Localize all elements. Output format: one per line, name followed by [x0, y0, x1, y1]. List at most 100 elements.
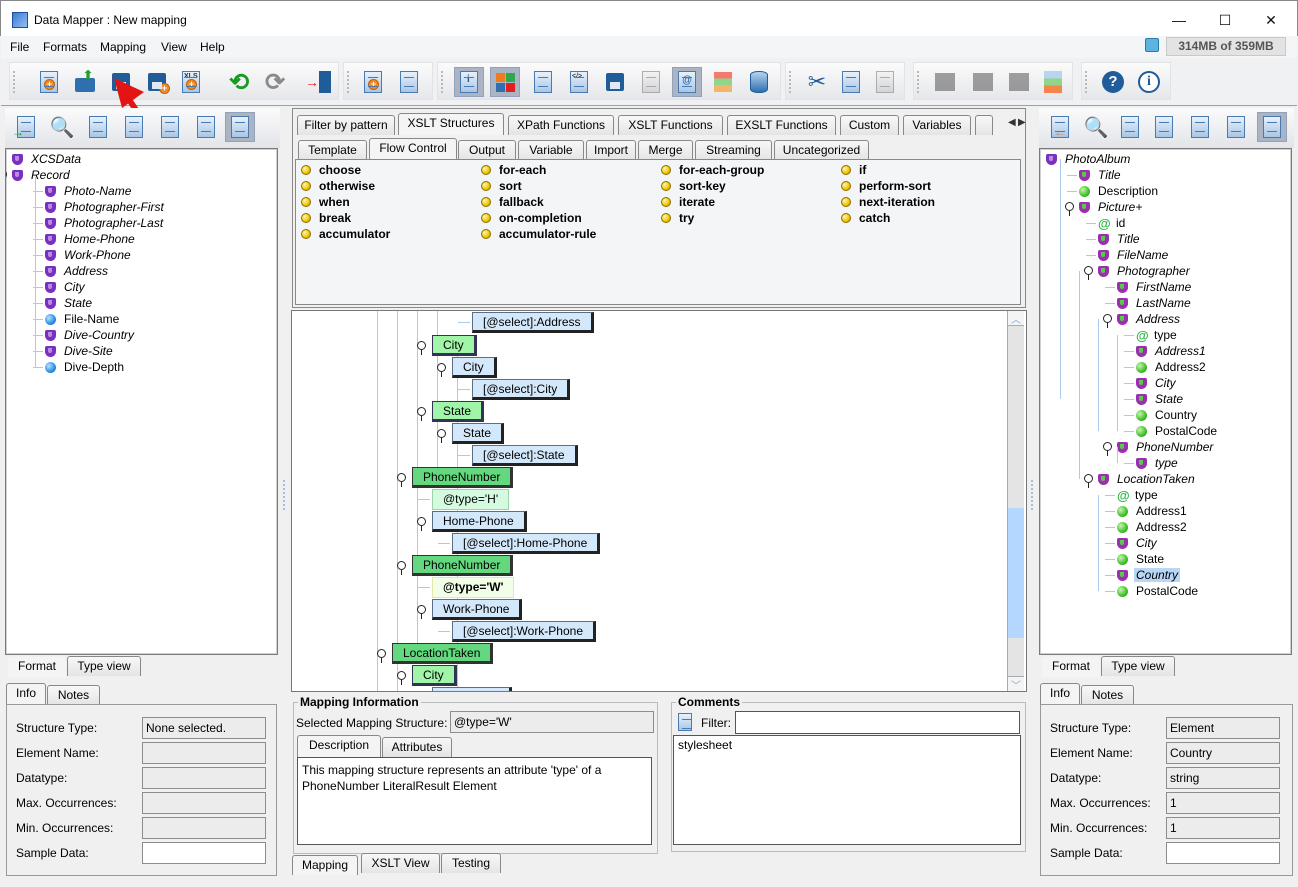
- expand-toggle-icon[interactable]: [417, 407, 426, 421]
- find-target-button[interactable]: 🔍: [1081, 112, 1111, 142]
- target-notes-button[interactable]: [1115, 112, 1145, 142]
- mapping-node[interactable]: Work-Phone: [432, 599, 523, 620]
- tab-type-view[interactable]: Type view: [67, 656, 141, 676]
- tree-node[interactable]: Country: [1117, 567, 1181, 583]
- expand-toggle-icon[interactable]: [1084, 474, 1093, 488]
- expand-toggle-icon[interactable]: [417, 517, 426, 531]
- tab-notes[interactable]: Notes: [47, 685, 100, 705]
- tab-info[interactable]: Info: [6, 683, 46, 705]
- mapping-canvas[interactable]: [@select]:Address City City [@select]:City S…: [291, 310, 1027, 692]
- expand-toggle-icon[interactable]: [1103, 442, 1112, 456]
- palette-tab[interactable]: XSLT Structures: [398, 113, 504, 135]
- expand-toggle-icon[interactable]: [417, 605, 426, 619]
- tree-node[interactable]: Dive-Country: [45, 327, 136, 343]
- copy-button[interactable]: [836, 67, 866, 97]
- mapping-node[interactable]: @type='W': [432, 577, 515, 598]
- source-preview-button[interactable]: [155, 112, 185, 142]
- mapping-node[interactable]: PhoneNumber: [412, 467, 514, 488]
- tab-mapping[interactable]: Mapping: [292, 855, 358, 875]
- tree-node[interactable]: Description: [1079, 183, 1160, 199]
- mapping-node[interactable]: LocationTaken: [392, 643, 494, 664]
- expand-toggle-icon[interactable]: [417, 341, 426, 355]
- tree-node[interactable]: Photographer: [1098, 263, 1192, 279]
- menu-help[interactable]: Help: [200, 40, 225, 54]
- menu-formats[interactable]: Formats: [43, 40, 87, 54]
- tree-node[interactable]: Address: [45, 263, 110, 279]
- expand-toggle-icon[interactable]: [437, 429, 446, 443]
- xslt-structure-item[interactable]: next-iteration: [841, 195, 935, 209]
- palette-subtab[interactable]: Variable: [518, 140, 584, 160]
- close-button[interactable]: ✕: [1248, 9, 1294, 31]
- tab-scroll-right-icon[interactable]: ▶: [1018, 117, 1026, 128]
- tab-xslt-view[interactable]: XSLT View: [361, 853, 440, 873]
- source-list-button[interactable]: [119, 112, 149, 142]
- tree-node[interactable]: Address2: [1136, 359, 1208, 375]
- new-mapping-button[interactable]: +: [34, 67, 64, 97]
- tree-node[interactable]: Photographer-First: [45, 199, 166, 215]
- info-field[interactable]: [142, 767, 266, 789]
- info-field[interactable]: [142, 792, 266, 814]
- tab-info[interactable]: Info: [1040, 683, 1080, 705]
- info-field[interactable]: string: [1166, 767, 1280, 789]
- info-field[interactable]: [142, 842, 266, 864]
- expand-toggle-icon[interactable]: [397, 561, 406, 575]
- info-field[interactable]: 1: [1166, 817, 1280, 839]
- toolbar-grip[interactable]: [1085, 71, 1088, 93]
- source-notes-button[interactable]: [83, 112, 113, 142]
- at-symbol-button[interactable]: @: [672, 67, 702, 97]
- scroll-thumb[interactable]: [1008, 508, 1024, 638]
- tab-attributes[interactable]: Attributes: [382, 737, 452, 757]
- xslt-structure-item[interactable]: catch: [841, 211, 890, 225]
- expand-toggle-icon[interactable]: [397, 473, 406, 487]
- tree-node[interactable]: Title: [1079, 167, 1123, 183]
- xslt-structure-item[interactable]: when: [301, 195, 350, 209]
- tree-node[interactable]: @ type: [1136, 327, 1179, 343]
- tree-node[interactable]: XCSData: [12, 151, 83, 167]
- move-up-button[interactable]: [930, 67, 960, 97]
- cut-button[interactable]: ✂: [802, 67, 832, 97]
- selected-structure-field[interactable]: @type='W': [450, 711, 654, 733]
- paste-button[interactable]: [870, 67, 900, 97]
- xslt-structure-item[interactable]: for-each-group: [661, 163, 764, 177]
- xslt-structure-item[interactable]: fallback: [481, 195, 544, 209]
- palette-tab[interactable]: Filter by pattern: [297, 115, 395, 135]
- tree-node[interactable]: @ id: [1098, 215, 1127, 231]
- about-button[interactable]: i: [1134, 67, 1164, 97]
- tree-node[interactable]: City: [1136, 375, 1178, 391]
- source-select-button[interactable]: [225, 112, 255, 142]
- mapping-node[interactable]: State: [452, 423, 505, 444]
- left-splitter[interactable]: [283, 480, 286, 510]
- tree-node[interactable]: State: [1136, 391, 1185, 407]
- palette-subtab[interactable]: Template: [298, 140, 367, 160]
- toolbar-grip[interactable]: [789, 71, 792, 93]
- tree-node[interactable]: City: [1117, 535, 1159, 551]
- palette-tab-overflow[interactable]: [975, 115, 993, 135]
- tab-format[interactable]: Format: [8, 657, 66, 677]
- right-splitter[interactable]: [1031, 480, 1034, 510]
- tree-node[interactable]: Home-Phone: [45, 231, 137, 247]
- tree-node[interactable]: LastName: [1117, 295, 1193, 311]
- menu-mapping[interactable]: Mapping: [100, 40, 146, 54]
- tree-node[interactable]: Address: [1117, 311, 1182, 327]
- xslt-structure-item[interactable]: perform-sort: [841, 179, 931, 193]
- tree-node[interactable]: Dive-Site: [45, 343, 115, 359]
- menu-file[interactable]: File: [10, 40, 29, 54]
- expand-toggle-icon[interactable]: [1103, 314, 1112, 328]
- help-button[interactable]: ?: [1098, 67, 1128, 97]
- toolbar-grip[interactable]: [441, 71, 444, 93]
- expand-toggle-icon[interactable]: [437, 363, 446, 377]
- wsdl-button[interactable]: [636, 67, 666, 97]
- tree-node[interactable]: Record: [12, 167, 72, 183]
- comment-item[interactable]: stylesheet: [678, 738, 1016, 752]
- palette-subtab[interactable]: Uncategorized: [774, 140, 869, 160]
- layout-colors-button[interactable]: [1038, 67, 1068, 97]
- info-field[interactable]: 1: [1166, 792, 1280, 814]
- mapping-node[interactable]: State: [432, 401, 485, 422]
- maximize-button[interactable]: ☐: [1202, 9, 1248, 31]
- palette-subtab[interactable]: Import: [586, 140, 636, 160]
- type-editor-button[interactable]: [708, 67, 738, 97]
- tree-node[interactable]: State: [1117, 551, 1166, 567]
- source-tree[interactable]: XCSData Record Photo-Name Photographer-Firs…: [5, 148, 278, 655]
- toolbar-grip[interactable]: [347, 71, 350, 93]
- load-source-button[interactable]: →: [11, 112, 41, 142]
